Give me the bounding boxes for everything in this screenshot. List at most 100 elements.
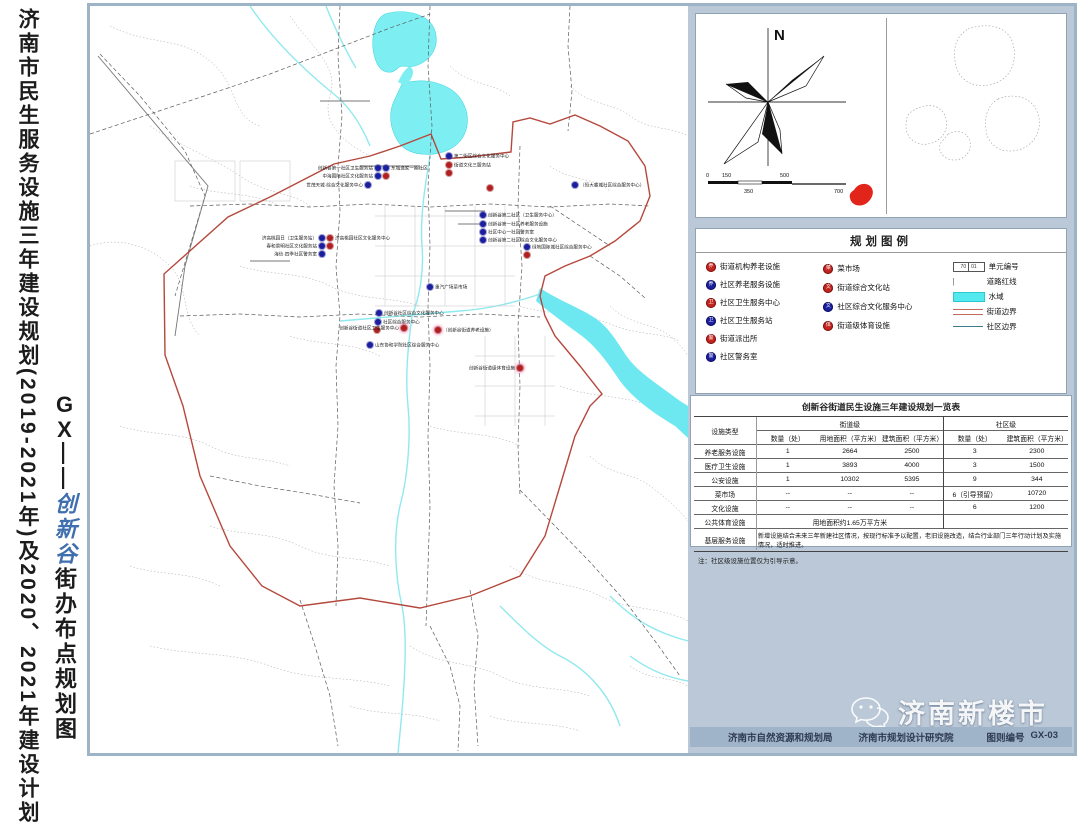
title-suffix: 街办布点规划图 xyxy=(52,567,77,742)
legend-marker-icon: 文 xyxy=(823,283,833,293)
table-row: 文化设施------61200 xyxy=(694,501,1068,515)
community-facility-marker xyxy=(383,165,389,171)
street-facility-marker xyxy=(446,162,452,168)
table-cell: 10302 xyxy=(819,473,881,487)
legend-item-label: 街道级体育设施 xyxy=(837,320,890,331)
table-row: 医疗卫生设施13893400031500 xyxy=(694,459,1068,473)
table-note: 注：社区级设施位置仅为引导示意。 xyxy=(694,551,1068,565)
table-cell: 1 xyxy=(756,445,818,459)
community-facility-marker xyxy=(524,244,530,250)
header-land-area: 用地面积（平方米） xyxy=(819,431,881,445)
table-cell: 3 xyxy=(943,445,1005,459)
community-facility-marker xyxy=(480,229,486,235)
scale-tick: 150 xyxy=(722,173,731,179)
scale-tick: 500 xyxy=(780,173,789,179)
legend-item-label: 道路红线 xyxy=(987,276,1017,287)
facility-marker-label: 创新谷社区综合文化服务中心 xyxy=(384,311,444,316)
table-row-sports: 公共体育设施用地面积约1.65万平方米 xyxy=(694,515,1068,529)
legend-item-label: 水域 xyxy=(989,291,1004,302)
scale-tick: 700 xyxy=(834,189,843,195)
street-facility-marker xyxy=(487,185,493,191)
legend-item-label: 街道派出所 xyxy=(720,333,758,344)
wind-rose xyxy=(724,56,824,164)
table-cell: 菜市场 xyxy=(694,487,756,501)
header-count: 数量（处） xyxy=(943,431,1005,445)
title-code: GX xyxy=(52,392,77,442)
scale-tick: 0 xyxy=(706,173,709,179)
legend-item: 菜菜市场 xyxy=(823,263,952,274)
legend-item: 社区边界 xyxy=(953,321,1060,332)
table-cell: -- xyxy=(756,501,818,515)
community-facility-marker xyxy=(319,243,325,249)
table-cell: 10720 xyxy=(1006,487,1068,501)
table-cell: -- xyxy=(881,487,943,501)
table-cell: 1200 xyxy=(1006,501,1068,515)
plan-map: 创新谷第一社区卫生服务站东城逸家一期社区中海国际社区文化服务站世茂天城·综合文化… xyxy=(90,6,688,753)
community-facility-marker xyxy=(572,182,578,188)
facility-marker-label: 中海国际社区文化服务站 xyxy=(322,174,373,179)
table-cell: 用地面积约1.65万平方米 xyxy=(756,515,943,529)
facility-marker-label: 东城逸家一期社区 xyxy=(391,166,428,171)
legend-item-label: 社区边界 xyxy=(987,321,1017,332)
community-facility-marker xyxy=(375,319,381,325)
table-row: 公安设施11030253959344 xyxy=(694,473,1068,487)
legend-columns: 养街道机构养老设施养社区养老服务设施卫社区卫生服务中心卫社区卫生服务站警街道派出… xyxy=(696,253,1066,362)
table-cell: 4000 xyxy=(881,459,943,473)
legend-item: 文街道综合文化站 xyxy=(823,282,952,293)
topbox-divider xyxy=(886,18,887,214)
facility-marker-label: 济高桃园社区文化服务中心 xyxy=(335,236,390,241)
table-cell: -- xyxy=(819,487,881,501)
footer-bar: 济南市自然资源和规划局 济南市规划设计研究院 图则编号 GX-03 xyxy=(690,727,1072,747)
scale-tick: 350 xyxy=(744,189,753,195)
sheet-title-sub: GX——创新谷街办布点规划图 xyxy=(48,392,80,754)
north-arrow: N 0150500350700 xyxy=(696,14,866,209)
watermark: 济南新楼市 xyxy=(850,692,1048,731)
footer-sheet-label: 图则编号 xyxy=(987,730,1025,744)
table-cell: 344 xyxy=(1006,473,1068,487)
table-cell: 公共体育设施 xyxy=(694,515,756,529)
table-cell: 医疗卫生设施 xyxy=(694,459,756,473)
table-row: 养老服务设施12664250032300 xyxy=(694,445,1068,459)
community-facility-marker xyxy=(480,212,486,218)
facility-marker-label: 山东协和学院社区综合服务中心 xyxy=(375,343,439,348)
facility-marker-label: 海信·四季社区警务室 xyxy=(274,252,317,257)
legend-swatch-water xyxy=(953,292,985,302)
legend-item: 警社区警务室 xyxy=(706,351,823,362)
table-cell: 1 xyxy=(756,459,818,473)
legend-col-3: 7001单元编号|道路红线水域街道边界社区边界 xyxy=(953,261,1060,362)
legend-item-label: 单元编号 xyxy=(989,261,1019,272)
community-facility-marker xyxy=(375,165,381,171)
facility-marker-label: 第二街区综合文化服务中心 xyxy=(454,154,509,159)
legend-item-label: 社区综合文化服务中心 xyxy=(837,301,912,312)
plan-table-box: 创新谷街道民生设施三年建设规划一览表 设施类型街道级社区级数量（处）用地面积（平… xyxy=(690,395,1072,547)
facility-marker-label: 街道文化三服务站 xyxy=(454,163,491,168)
watermark-text: 济南新楼市 xyxy=(898,692,1048,731)
facility-marker-label: 创新谷第二社区综合文化服务中心 xyxy=(488,238,557,243)
facility-marker-label: 创新谷第二社区（卫生服务中心） xyxy=(488,213,557,218)
scale-bar xyxy=(708,181,846,184)
legend-item: 水域 xyxy=(953,291,1060,302)
table-cell: -- xyxy=(819,501,881,515)
table-cell: 文化设施 xyxy=(694,501,756,515)
legend-item: 警街道派出所 xyxy=(706,333,823,344)
street-facility-marker xyxy=(327,235,333,241)
facility-marker-label: 世茂天城·综合文化服务中心 xyxy=(306,183,363,188)
plan-table: 设施类型街道级社区级数量（处）用地面积（平方米）建筑面积（平方米）数量（处）建筑… xyxy=(694,416,1068,550)
header-count: 数量（处） xyxy=(756,431,818,445)
legend-item: 文社区综合文化服务中心 xyxy=(823,301,952,312)
table-cell: 2300 xyxy=(1006,445,1068,459)
community-facility-marker xyxy=(375,173,381,179)
water-bodies xyxy=(250,6,688,753)
legend-title: 规划图例 xyxy=(696,229,1066,253)
compass-inset-box: N 0150500350700 xyxy=(695,13,1067,218)
location-inset-map xyxy=(888,14,1066,217)
legend-item: 卫社区卫生服务站 xyxy=(706,315,823,326)
table-cell: 养老服务设施 xyxy=(694,445,756,459)
legend-marker-icon: 警 xyxy=(706,352,716,362)
table-cell: 9 xyxy=(943,473,1005,487)
table-cell: 1500 xyxy=(1006,459,1068,473)
legend-item-label: 菜市场 xyxy=(837,263,860,274)
facility-marker-label: 创新谷街道社区卫生服务中心 xyxy=(339,326,399,331)
legend-col-1: 养街道机构养老设施养社区养老服务设施卫社区卫生服务中心卫社区卫生服务站警街道派出… xyxy=(706,261,823,362)
legend-marker-icon: 养 xyxy=(706,262,716,272)
